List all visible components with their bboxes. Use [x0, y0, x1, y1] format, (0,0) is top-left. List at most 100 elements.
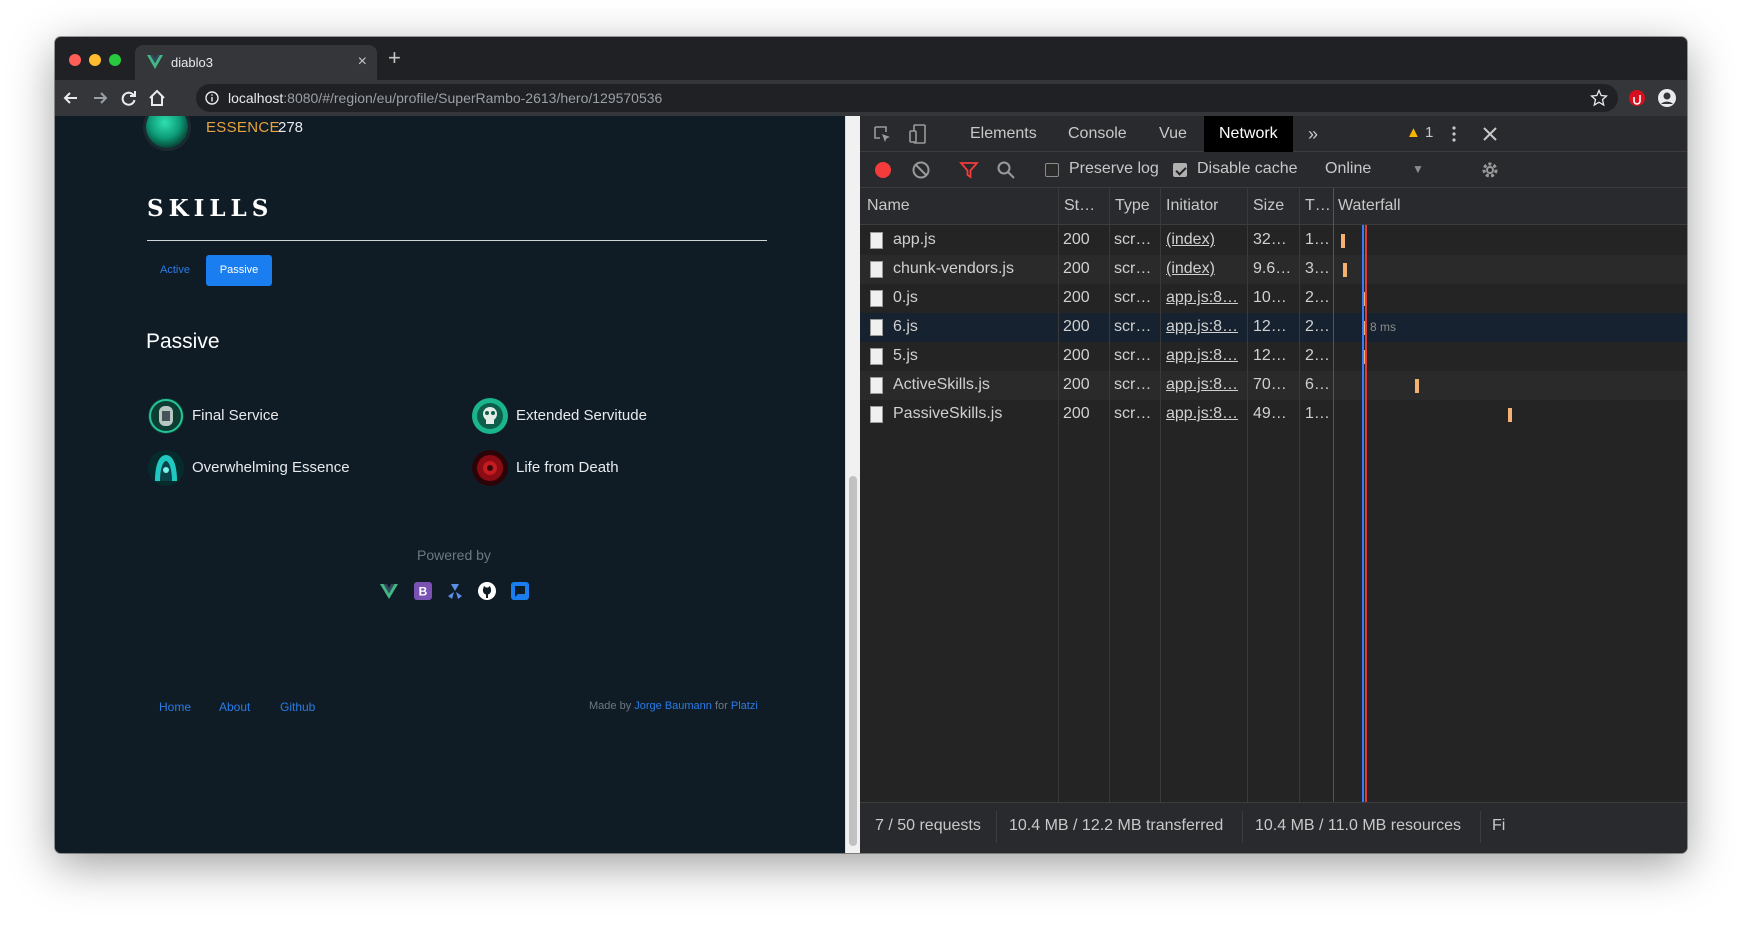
file-icon — [870, 406, 883, 423]
cell-initiator[interactable]: app.js:8… — [1166, 405, 1244, 423]
footer-made-by: Made by — [589, 700, 635, 712]
col-status[interactable]: St… — [1064, 197, 1108, 215]
clear-icon[interactable] — [911, 160, 931, 180]
forward-icon[interactable] — [90, 88, 110, 108]
footer-link-github[interactable]: Github — [280, 700, 315, 714]
cell-initiator[interactable]: (index) — [1166, 260, 1244, 278]
network-request-row[interactable]: 0.js 200 scr… app.js:8… 10… 2… — [860, 284, 1687, 313]
device-toolbar-icon[interactable] — [908, 124, 928, 144]
waterfall-bar[interactable] — [1508, 408, 1512, 422]
disable-cache-checkbox[interactable] — [1173, 163, 1187, 177]
network-request-row[interactable]: 5.js 200 scr… app.js:8… 12… 2… — [860, 342, 1687, 371]
essence-orb-icon — [146, 116, 188, 148]
cell-name: ActiveSkills.js — [893, 376, 990, 393]
network-request-row[interactable]: PassiveSkills.js 200 scr… app.js:8… 49… 1… — [860, 400, 1687, 429]
info-icon[interactable] — [205, 91, 219, 105]
vue-logo-icon[interactable] — [380, 582, 398, 600]
maximize-window-button[interactable] — [109, 54, 121, 66]
home-icon[interactable] — [147, 88, 167, 108]
cell-initiator[interactable]: app.js:8… — [1166, 318, 1244, 336]
network-request-row[interactable]: 6.js 200 scr… app.js:8… 12… 2… 8 ms — [860, 313, 1687, 342]
life-from-death-icon — [472, 450, 508, 486]
browser-menu-icon[interactable] — [1679, 88, 1687, 108]
footer-for: for — [711, 700, 731, 712]
status-separator — [1242, 811, 1243, 843]
footer-link-home[interactable]: Home — [159, 700, 191, 714]
cell-type: scr… — [1114, 260, 1152, 277]
col-time[interactable]: T… — [1305, 197, 1333, 215]
final-service-icon — [148, 398, 184, 434]
status-separator — [1480, 811, 1481, 843]
waterfall-bar[interactable] — [1343, 263, 1347, 277]
filter-icon[interactable] — [959, 160, 979, 180]
bootstrap-logo-icon[interactable]: B — [414, 582, 432, 600]
devtools-tabbar: Elements Console Vue Network » ▲ 1 — [860, 116, 1687, 152]
col-type[interactable]: Type — [1115, 197, 1159, 215]
tab-active-skills[interactable]: Active — [147, 255, 203, 286]
cell-initiator[interactable]: app.js:8… — [1166, 289, 1244, 307]
new-tab-button[interactable]: + — [388, 47, 401, 69]
devtools-menu-icon[interactable] — [1444, 124, 1464, 144]
network-request-row[interactable]: app.js 200 scr… (index) 32… 1… — [860, 226, 1687, 255]
col-size[interactable]: Size — [1253, 197, 1284, 215]
tab-console[interactable]: Console — [1053, 116, 1142, 152]
essence-label: ESSENCE — [206, 119, 280, 136]
col-divider — [1058, 188, 1059, 802]
throttling-select[interactable]: Online — [1325, 160, 1371, 178]
platzi-chat-logo-icon[interactable] — [511, 582, 529, 600]
preserve-log-checkbox[interactable] — [1045, 163, 1059, 177]
waterfall-bar[interactable] — [1341, 234, 1345, 248]
file-icon — [870, 261, 883, 278]
skill-name: Life from Death — [516, 459, 619, 476]
tab-close-icon[interactable]: × — [358, 53, 367, 71]
warnings-counter[interactable]: ▲ 1 — [1406, 124, 1433, 141]
close-devtools-icon[interactable] — [1480, 124, 1500, 144]
col-waterfall[interactable]: Waterfall — [1338, 197, 1401, 215]
page-scrollbar[interactable] — [845, 116, 860, 853]
tab-elements[interactable]: Elements — [955, 116, 1052, 152]
network-settings-gear-icon[interactable] — [1480, 160, 1500, 180]
cell-initiator[interactable]: (index) — [1166, 231, 1244, 249]
close-window-button[interactable] — [69, 54, 81, 66]
network-request-row[interactable]: ActiveSkills.js 200 scr… app.js:8… 70… 6… — [860, 371, 1687, 400]
powered-by-label: Powered by — [417, 547, 491, 563]
tab-passive-skills[interactable]: Passive — [206, 255, 272, 286]
tab-vue[interactable]: Vue — [1144, 116, 1202, 152]
axios-logo-icon[interactable] — [446, 582, 464, 600]
back-icon[interactable] — [61, 88, 81, 108]
chevron-down-icon[interactable]: ▼ — [1412, 162, 1424, 176]
profile-avatar-icon[interactable] — [1657, 88, 1677, 108]
bookmark-star-icon[interactable] — [1590, 89, 1608, 107]
footer-author-link[interactable]: Jorge Baumann — [634, 700, 712, 712]
page-scroll-thumb[interactable] — [849, 476, 857, 846]
search-icon[interactable] — [996, 160, 1016, 180]
reload-icon[interactable] — [119, 88, 139, 108]
tab-title: diablo3 — [171, 55, 213, 70]
cell-initiator[interactable]: app.js:8… — [1166, 376, 1244, 394]
network-request-row[interactable]: chunk-vendors.js 200 scr… (index) 9.6… 3… — [860, 255, 1687, 284]
github-logo-icon[interactable] — [478, 582, 496, 600]
col-initiator[interactable]: Initiator — [1166, 197, 1218, 215]
minimize-window-button[interactable] — [89, 54, 101, 66]
cell-size: 49… — [1253, 405, 1287, 422]
extended-servitude-icon — [472, 398, 508, 434]
extension-icon[interactable] — [1627, 88, 1647, 108]
cell-size: 12… — [1253, 347, 1287, 364]
record-button[interactable] — [875, 162, 891, 178]
network-filterbar: Preserve log Disable cache Online ▼ — [860, 152, 1687, 188]
waterfall-bar[interactable] — [1415, 379, 1419, 393]
file-icon — [870, 319, 883, 336]
svg-text:B: B — [419, 585, 428, 599]
browser-tab[interactable]: diablo3 × — [135, 45, 377, 80]
inspect-element-icon[interactable] — [872, 124, 892, 144]
cell-status: 200 — [1063, 318, 1090, 335]
footer-link-about[interactable]: About — [219, 700, 250, 714]
more-tabs-icon[interactable]: » — [1293, 116, 1333, 152]
address-bar[interactable]: localhost:8080/#/region/eu/profile/Super… — [196, 84, 1618, 112]
footer-platzi-link[interactable]: Platzi — [731, 700, 758, 712]
cell-time: 1… — [1305, 405, 1330, 422]
cell-initiator[interactable]: app.js:8… — [1166, 347, 1244, 365]
network-table-header: Name St… Type Initiator Size T… Waterfal… — [860, 188, 1687, 225]
tab-network[interactable]: Network — [1204, 116, 1293, 152]
col-name[interactable]: Name — [867, 197, 910, 215]
